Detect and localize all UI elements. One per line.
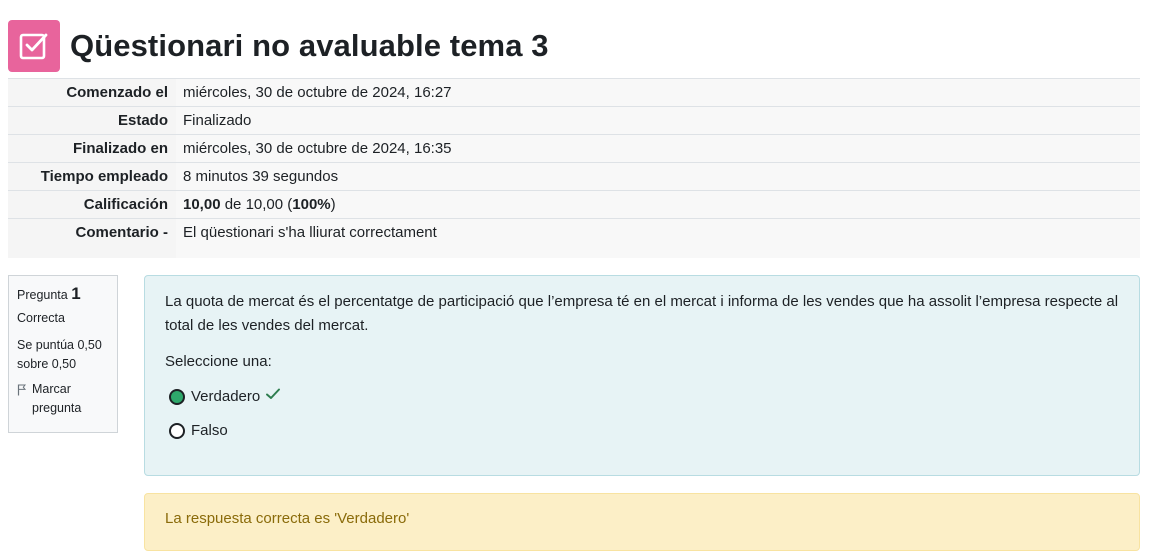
flag-question-link[interactable]: Marcar pregunta <box>17 380 109 418</box>
summary-value: miércoles, 30 de octubre de 2024, 16:27 <box>176 78 1140 107</box>
grade-out-of: de 10,00 ( <box>220 196 293 213</box>
radio-unselected[interactable] <box>169 423 185 439</box>
flag-label: Marcar pregunta <box>32 382 82 415</box>
summary-value: miércoles, 30 de octubre de 2024, 16:35 <box>176 134 1140 163</box>
page-title: Qüestionari no avaluable tema 3 <box>70 28 549 63</box>
question-formulation: La quota de mercat és el percentatge de … <box>144 275 1140 476</box>
attempt-summary-table: Comenzado el miércoles, 30 de octubre de… <box>8 78 1140 258</box>
grade-percent: 100% <box>292 196 331 213</box>
summary-row-finished: Finalizado en miércoles, 30 de octubre d… <box>8 134 1140 163</box>
summary-row-grade: Calificación 10,00 de 10,00 (100%) <box>8 190 1140 219</box>
page-header: Qüestionari no avaluable tema 3 <box>8 20 549 72</box>
question-number: Pregunta 1 <box>17 284 109 305</box>
option-label: Verdadero <box>191 388 261 405</box>
summary-value: 8 minutos 39 segundos <box>176 162 1140 191</box>
answer-option-false[interactable]: Falso <box>169 414 1119 448</box>
summary-label: Tiempo empleado <box>8 162 176 191</box>
grade-close: ) <box>330 196 336 213</box>
question-text: La quota de mercat és el percentatge de … <box>165 293 1119 334</box>
summary-label: Comenzado el <box>8 78 176 107</box>
summary-label: Finalizado en <box>8 134 176 163</box>
answer-option-true[interactable]: Verdadero <box>169 380 1119 414</box>
quiz-checkbox-icon <box>8 20 60 72</box>
answer-options: Verdadero Falso <box>169 380 1119 448</box>
option-label: Falso <box>191 422 228 439</box>
radio-selected[interactable] <box>169 389 185 405</box>
summary-value: El qüestionari s'ha lliurat correctament <box>176 218 1140 258</box>
question-number-label: Pregunta <box>17 288 68 302</box>
summary-row-started: Comenzado el miércoles, 30 de octubre de… <box>8 78 1140 107</box>
summary-row-state: Estado Finalizado <box>8 106 1140 135</box>
summary-row-time-taken: Tiempo empleado 8 minutos 39 segundos <box>8 162 1140 191</box>
summary-value: 10,00 de 10,00 (100%) <box>176 190 1140 219</box>
summary-row-comment: Comentario - El qüestionari s'ha lliurat… <box>8 218 1140 258</box>
correct-answer-feedback: La respuesta correcta es 'Verdadero' <box>144 493 1140 551</box>
question-state: Correcta <box>17 311 65 325</box>
summary-label: Calificación <box>8 190 176 219</box>
summary-value: Finalizado <box>176 106 1140 135</box>
summary-label: Estado <box>8 106 176 135</box>
grade-score: 10,00 <box>183 196 221 213</box>
answer-prompt: Seleccione una: <box>165 353 272 370</box>
flag-icon <box>17 383 27 402</box>
question-grade: Se puntúa 0,50 sobre 0,50 <box>17 338 102 371</box>
check-icon <box>265 385 281 409</box>
question-info-panel: Pregunta 1 Correcta Se puntúa 0,50 sobre… <box>8 275 118 433</box>
summary-label: Comentario - <box>8 218 176 258</box>
question-number-value: 1 <box>71 284 81 303</box>
